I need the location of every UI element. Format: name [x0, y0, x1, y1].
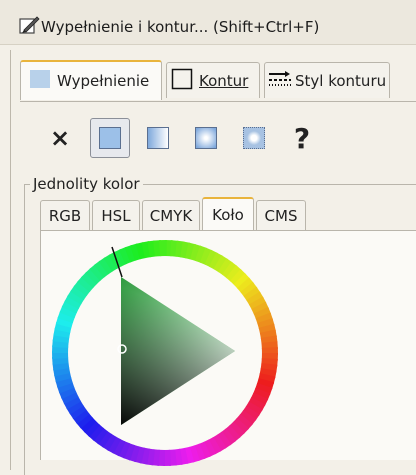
title-bar: Wypełnienie i kontur... (Shift+Ctrl+F)	[0, 0, 416, 45]
stroke-style-icon	[268, 69, 292, 93]
tab-cms[interactable]: CMS	[256, 200, 306, 231]
tab-stroke-style-label: Styl konturu	[295, 71, 387, 90]
linear-gradient-button[interactable]	[138, 118, 178, 158]
stroke-paint-icon	[171, 68, 193, 94]
tab-cmyk-label: CMYK	[149, 207, 193, 225]
group-label: Jednolity kolor	[30, 175, 143, 193]
radial-gradient-icon	[195, 127, 217, 149]
tab-wheel-label: Koło	[212, 206, 244, 224]
pattern-icon	[243, 127, 265, 149]
tab-fill-label: Wypełnienie	[57, 72, 150, 90]
unset-paint-button[interactable]: ?	[282, 118, 322, 158]
color-wheel[interactable]	[49, 237, 281, 469]
tab-stroke-style[interactable]: Styl konturu	[264, 62, 390, 98]
tab-cms-label: CMS	[264, 207, 298, 225]
saturation-value-triangle[interactable]	[121, 277, 235, 425]
radial-gradient-button[interactable]	[186, 118, 226, 158]
tab-rgb-label: RGB	[48, 207, 82, 225]
tab-wheel[interactable]: Koło	[202, 197, 254, 231]
color-wheel-panel	[40, 231, 416, 466]
tab-rgb[interactable]: RGB	[40, 200, 90, 231]
fill-icon	[29, 69, 51, 93]
tab-fill[interactable]: Wypełnienie	[20, 60, 162, 100]
tab-hsl[interactable]: HSL	[92, 200, 140, 231]
window-title: Wypełnienie i kontur... (Shift+Ctrl+F)	[41, 18, 320, 36]
tab-stroke-paint[interactable]: Kontur	[166, 62, 260, 98]
no-paint-icon: ×	[49, 124, 71, 152]
main-tabs: Wypełnienie Kontur Styl konturu	[20, 60, 416, 102]
flat-color-icon	[99, 127, 121, 149]
brush-icon	[19, 16, 40, 34]
color-mode-tabs: RGB HSL CMYK Koło CMS	[40, 197, 416, 232]
linear-gradient-icon	[147, 127, 169, 149]
tab-hsl-label: HSL	[101, 207, 131, 225]
no-paint-button[interactable]: ×	[40, 118, 80, 158]
pattern-button[interactable]	[234, 118, 274, 158]
unset-paint-icon: ?	[293, 121, 311, 155]
tab-cmyk[interactable]: CMYK	[142, 200, 200, 231]
fill-type-row: × ?	[46, 118, 346, 160]
flat-color-button[interactable]	[90, 118, 130, 158]
tab-stroke-paint-label: Kontur	[199, 71, 249, 90]
tab-divider	[20, 101, 416, 102]
